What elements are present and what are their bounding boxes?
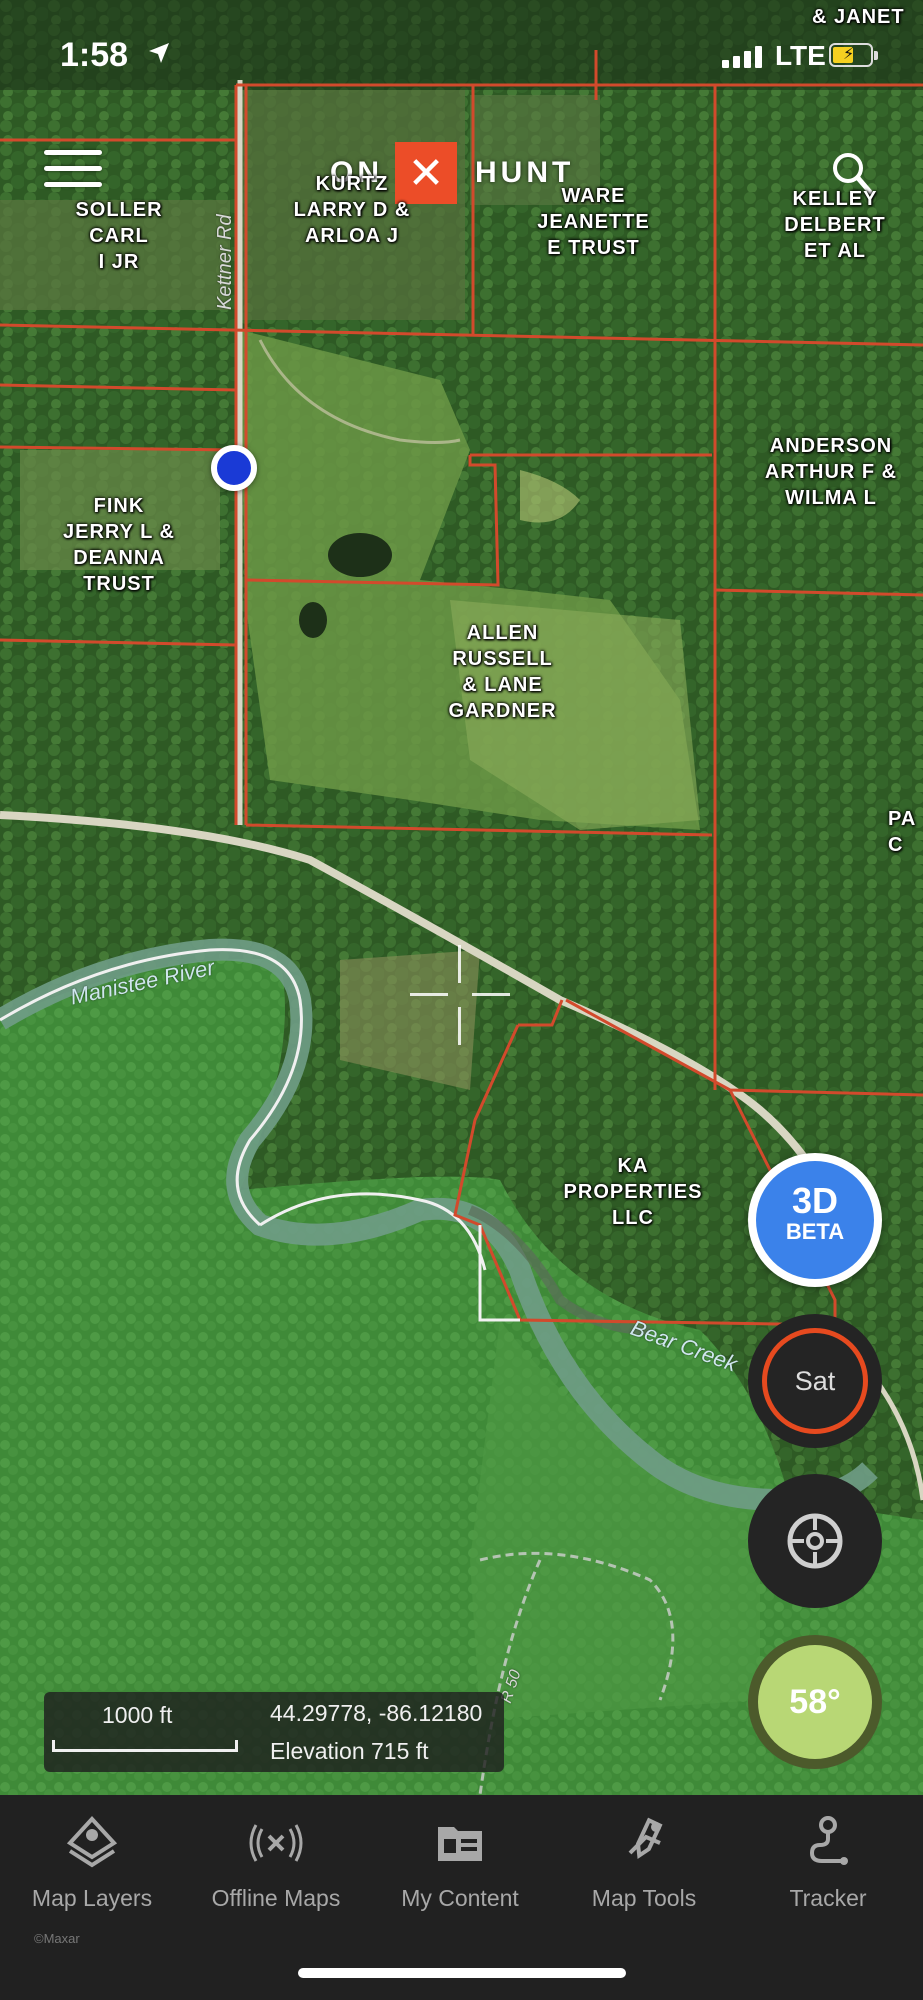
- nav-label: My Content: [401, 1885, 519, 1911]
- clock: 1:58: [60, 36, 129, 74]
- nav-label: Tracker: [789, 1885, 867, 1911]
- nav-tracker[interactable]: Tracker: [736, 1813, 920, 1912]
- temperature-label: 58°: [758, 1645, 872, 1759]
- nav-map-layers[interactable]: Map Layers: [0, 1813, 184, 1912]
- status-bar: 1:58 LTE ⚡: [0, 0, 923, 110]
- parcel-label-ware[interactable]: WARE JEANETTE E TRUST: [526, 183, 661, 261]
- nav-my-content[interactable]: My Content: [368, 1813, 552, 1912]
- coordinates-readout: 44.29778, -86.12180: [270, 1700, 483, 1726]
- home-indicator[interactable]: [298, 1968, 626, 1978]
- parcel-label-ka-properties[interactable]: KA PROPERTIES LLC: [553, 1153, 713, 1231]
- satellite-map[interactable]: 1:58 LTE ⚡ ON ✕ HUNT SOLLER CARL I JR KU…: [0, 0, 923, 1795]
- scale-bar: [52, 1740, 238, 1752]
- carrier-label: LTE: [775, 40, 826, 71]
- parcel-label-partial[interactable]: PA C: [888, 806, 923, 858]
- location-arrow-icon: [149, 43, 169, 63]
- current-location-marker[interactable]: [211, 445, 257, 491]
- nav-label: Map Tools: [591, 1885, 697, 1911]
- signal-strength-icon: [722, 44, 762, 68]
- tracker-icon: [809, 1816, 848, 1865]
- parcel-label-kurtz[interactable]: KURTZ LARRY D & ARLOA J: [282, 171, 422, 249]
- elevation-readout: Elevation 715 ft: [270, 1738, 429, 1764]
- offline-maps-icon: [249, 1824, 303, 1862]
- basemap-toggle-button[interactable]: Sat: [748, 1314, 882, 1448]
- nav-map-tools[interactable]: Map Tools: [552, 1813, 736, 1912]
- compass-target-icon: [787, 1513, 843, 1569]
- nav-offline-maps[interactable]: Offline Maps: [184, 1813, 368, 1912]
- map-crosshair: [410, 945, 510, 1045]
- imagery-credit: ©Maxar: [34, 1931, 80, 1946]
- nav-label: Offline Maps: [211, 1885, 341, 1911]
- 3d-button-label: 3D: [791, 1180, 839, 1221]
- parcel-label-kelley[interactable]: KELLEY DELBERT ET AL: [765, 186, 905, 264]
- bottom-nav: Map Layers Offline Maps My Content Map T…: [0, 1795, 923, 2000]
- parcel-label-partial-top[interactable]: & JANET: [812, 4, 922, 30]
- scale-coordinates-panel: 1000 ft 44.29778, -86.12180 Elevation 71…: [44, 1692, 504, 1772]
- map-tools-icon: [628, 1817, 663, 1860]
- map-layers-icon: [66, 1816, 118, 1868]
- weather-button[interactable]: 58°: [748, 1635, 882, 1769]
- hamburger-menu-icon[interactable]: [44, 150, 102, 194]
- scale-label: 1000 ft: [102, 1702, 173, 1728]
- parcel-label-anderson[interactable]: ANDERSON ARTHUR F & WILMA L: [751, 433, 911, 511]
- sat-label: Sat: [762, 1328, 868, 1434]
- battery-icon: ⚡: [829, 43, 878, 67]
- 3d-beta-button[interactable]: 3D BETA: [748, 1153, 882, 1287]
- parcel-label-soller[interactable]: SOLLER CARL I JR: [64, 197, 174, 275]
- road-label-kettner: Kettner Rd: [214, 214, 236, 310]
- nav-label: Map Layers: [31, 1885, 153, 1911]
- my-content-icon: [438, 1827, 482, 1861]
- recenter-button[interactable]: [748, 1474, 882, 1608]
- parcel-label-allen[interactable]: ALLEN RUSSELL & LANE GARDNER: [430, 620, 575, 724]
- parcel-label-fink[interactable]: FINK JERRY L & DEANNA TRUST: [44, 493, 194, 597]
- beta-badge: BETA: [785, 1219, 845, 1244]
